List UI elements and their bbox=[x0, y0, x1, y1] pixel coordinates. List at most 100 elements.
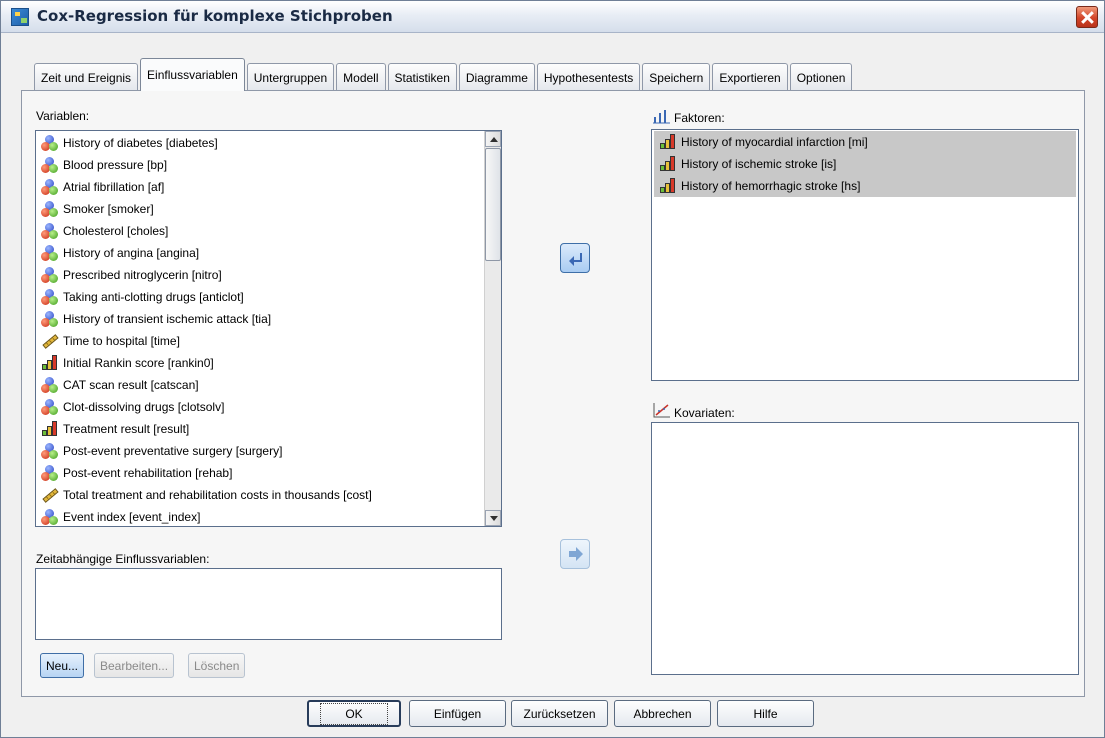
covariates-label: Kovariaten: bbox=[674, 406, 735, 420]
tab-optionen[interactable]: Optionen bbox=[789, 63, 853, 91]
tab-speichern[interactable]: Speichern bbox=[642, 63, 711, 91]
variable-item-label: Initial Rankin score [rankin0] bbox=[63, 356, 214, 370]
variable-item-label: Time to hospital [time] bbox=[63, 334, 180, 348]
variable-list-item[interactable]: Clot-dissolving drugs [clotsolv] bbox=[36, 396, 485, 418]
covariates-icon bbox=[653, 402, 671, 418]
ordinal-icon bbox=[659, 156, 677, 172]
delete-button[interactable]: Löschen bbox=[188, 653, 246, 678]
nominal-icon bbox=[41, 289, 59, 305]
tab-statistiken[interactable]: Statistiken bbox=[387, 63, 457, 91]
variables-label: Variablen: bbox=[36, 109, 90, 123]
scale-icon bbox=[41, 333, 59, 349]
variable-list-item[interactable]: Smoker [smoker] bbox=[36, 198, 485, 220]
close-button[interactable] bbox=[1076, 6, 1098, 28]
tab-exportieren[interactable]: Exportieren bbox=[712, 63, 788, 91]
factor-list-item[interactable]: History of hemorrhagic stroke [hs] bbox=[654, 175, 1076, 197]
nominal-icon bbox=[41, 135, 59, 151]
variable-list-item[interactable]: Treatment result [result] bbox=[36, 418, 485, 440]
variable-item-label: Atrial fibrillation [af] bbox=[63, 180, 165, 194]
nominal-icon bbox=[41, 267, 59, 283]
ordinal-icon bbox=[659, 178, 677, 194]
paste-button[interactable]: Einfügen bbox=[409, 700, 506, 727]
scroll-up-button[interactable] bbox=[485, 131, 501, 147]
nominal-icon bbox=[41, 179, 59, 195]
tab-einflussvariablen[interactable]: Einflussvariablen bbox=[140, 58, 245, 91]
nominal-icon bbox=[41, 399, 59, 415]
factor-item-label: History of ischemic stroke [is] bbox=[681, 157, 837, 171]
factor-list-item[interactable]: History of myocardial infarction [mi] bbox=[654, 131, 1076, 153]
tab-strip: Zeit und Ereignis Einflussvariablen Unterg… bbox=[34, 58, 854, 91]
variable-item-label: History of transient ischemic attack [ti… bbox=[63, 312, 272, 326]
nominal-icon bbox=[41, 443, 59, 459]
move-to-covariates-arrow-button[interactable] bbox=[560, 539, 590, 569]
new-button[interactable]: Neu... bbox=[40, 653, 85, 678]
variable-list-item[interactable]: Atrial fibrillation [af] bbox=[36, 176, 485, 198]
factors-icon bbox=[653, 108, 671, 124]
ordinal-icon bbox=[41, 421, 59, 437]
variable-item-label: Smoker [smoker] bbox=[63, 202, 154, 216]
nominal-icon bbox=[41, 311, 59, 327]
scroll-thumb[interactable] bbox=[485, 148, 501, 261]
time-dependent-listbox[interactable] bbox=[35, 568, 502, 640]
variable-list-item[interactable]: Post-event preventative surgery [surgery… bbox=[36, 440, 485, 462]
variable-item-label: Prescribed nitroglycerin [nitro] bbox=[63, 268, 222, 282]
title-bar[interactable]: Cox-Regression für komplexe Stichproben bbox=[1, 1, 1104, 33]
tab-diagramme[interactable]: Diagramme bbox=[458, 63, 535, 91]
tab-zeit-und-ereignis[interactable]: Zeit und Ereignis bbox=[34, 63, 139, 91]
edit-button[interactable]: Bearbeiten... bbox=[94, 653, 175, 678]
factor-item-label: History of hemorrhagic stroke [hs] bbox=[681, 179, 861, 193]
nominal-icon bbox=[41, 201, 59, 217]
variable-list-item[interactable]: Total treatment and rehabilitation costs… bbox=[36, 484, 485, 506]
time-dependent-label: Zeitabhängige Einflussvariablen: bbox=[36, 552, 210, 566]
nominal-icon bbox=[41, 223, 59, 239]
variable-list-item[interactable]: Event index [event_index] bbox=[36, 506, 485, 526]
tab-modell[interactable]: Modell bbox=[336, 63, 386, 91]
variable-list-item[interactable]: Cholesterol [choles] bbox=[36, 220, 485, 242]
tab-untergruppen[interactable]: Untergruppen bbox=[246, 63, 335, 91]
covariates-listbox[interactable] bbox=[651, 422, 1079, 675]
dialog-window: Cox-Regression für komplexe Stichproben … bbox=[0, 0, 1105, 738]
scale-icon bbox=[41, 487, 59, 503]
arrow-right-icon bbox=[569, 547, 583, 561]
variable-item-label: Event index [event_index] bbox=[63, 510, 201, 524]
ordinal-icon bbox=[41, 355, 59, 371]
variable-list-item[interactable]: CAT scan result [catscan] bbox=[36, 374, 485, 396]
variable-list-item[interactable]: Taking anti-clotting drugs [anticlot] bbox=[36, 286, 485, 308]
ordinal-icon bbox=[659, 134, 677, 150]
variable-item-label: Post-event preventative surgery [surgery… bbox=[63, 444, 283, 458]
variable-list-item[interactable]: Prescribed nitroglycerin [nitro] bbox=[36, 264, 485, 286]
variable-list-item[interactable]: History of transient ischemic attack [ti… bbox=[36, 308, 485, 330]
cancel-button[interactable]: Abbrechen bbox=[614, 700, 711, 727]
tab-hypothesentests[interactable]: Hypothesentests bbox=[536, 63, 641, 91]
variable-item-label: Clot-dissolving drugs [clotsolv] bbox=[63, 400, 225, 414]
scroll-down-button[interactable] bbox=[485, 510, 501, 526]
factors-listbox[interactable]: History of myocardial infarction [mi] His… bbox=[651, 129, 1079, 381]
nominal-icon bbox=[41, 377, 59, 393]
factor-list-item[interactable]: History of ischemic stroke [is] bbox=[654, 153, 1076, 175]
variable-item-label: History of angina [angina] bbox=[63, 246, 200, 260]
ok-button[interactable]: OK bbox=[307, 700, 401, 727]
variable-item-label: Post-event rehabilitation [rehab] bbox=[63, 466, 233, 480]
factors-label: Faktoren: bbox=[674, 111, 725, 125]
variable-item-label: Blood pressure [bp] bbox=[63, 158, 168, 172]
variable-list-item[interactable]: History of diabetes [diabetes] bbox=[36, 132, 485, 154]
variables-listbox[interactable]: History of diabetes [diabetes] Blood pres… bbox=[35, 130, 502, 527]
nominal-icon bbox=[41, 245, 59, 261]
variable-list-item[interactable]: Post-event rehabilitation [rehab] bbox=[36, 462, 485, 484]
factor-item-label: History of myocardial infarction [mi] bbox=[681, 135, 868, 149]
nominal-icon bbox=[41, 157, 59, 173]
variable-item-label: Taking anti-clotting drugs [anticlot] bbox=[63, 290, 244, 304]
variables-scrollbar[interactable] bbox=[484, 131, 501, 526]
window-title: Cox-Regression für komplexe Stichproben bbox=[37, 7, 393, 25]
variable-list-item[interactable]: Initial Rankin score [rankin0] bbox=[36, 352, 485, 374]
help-button[interactable]: Hilfe bbox=[717, 700, 814, 727]
app-icon bbox=[11, 8, 29, 26]
variable-item-label: CAT scan result [catscan] bbox=[63, 378, 199, 392]
reset-button[interactable]: Zurücksetzen bbox=[511, 700, 608, 727]
arrow-left-icon bbox=[569, 253, 582, 266]
variable-list-item[interactable]: History of angina [angina] bbox=[36, 242, 485, 264]
variable-list-item[interactable]: Time to hospital [time] bbox=[36, 330, 485, 352]
move-back-arrow-button[interactable] bbox=[560, 243, 590, 273]
nominal-icon bbox=[41, 465, 59, 481]
variable-list-item[interactable]: Blood pressure [bp] bbox=[36, 154, 485, 176]
